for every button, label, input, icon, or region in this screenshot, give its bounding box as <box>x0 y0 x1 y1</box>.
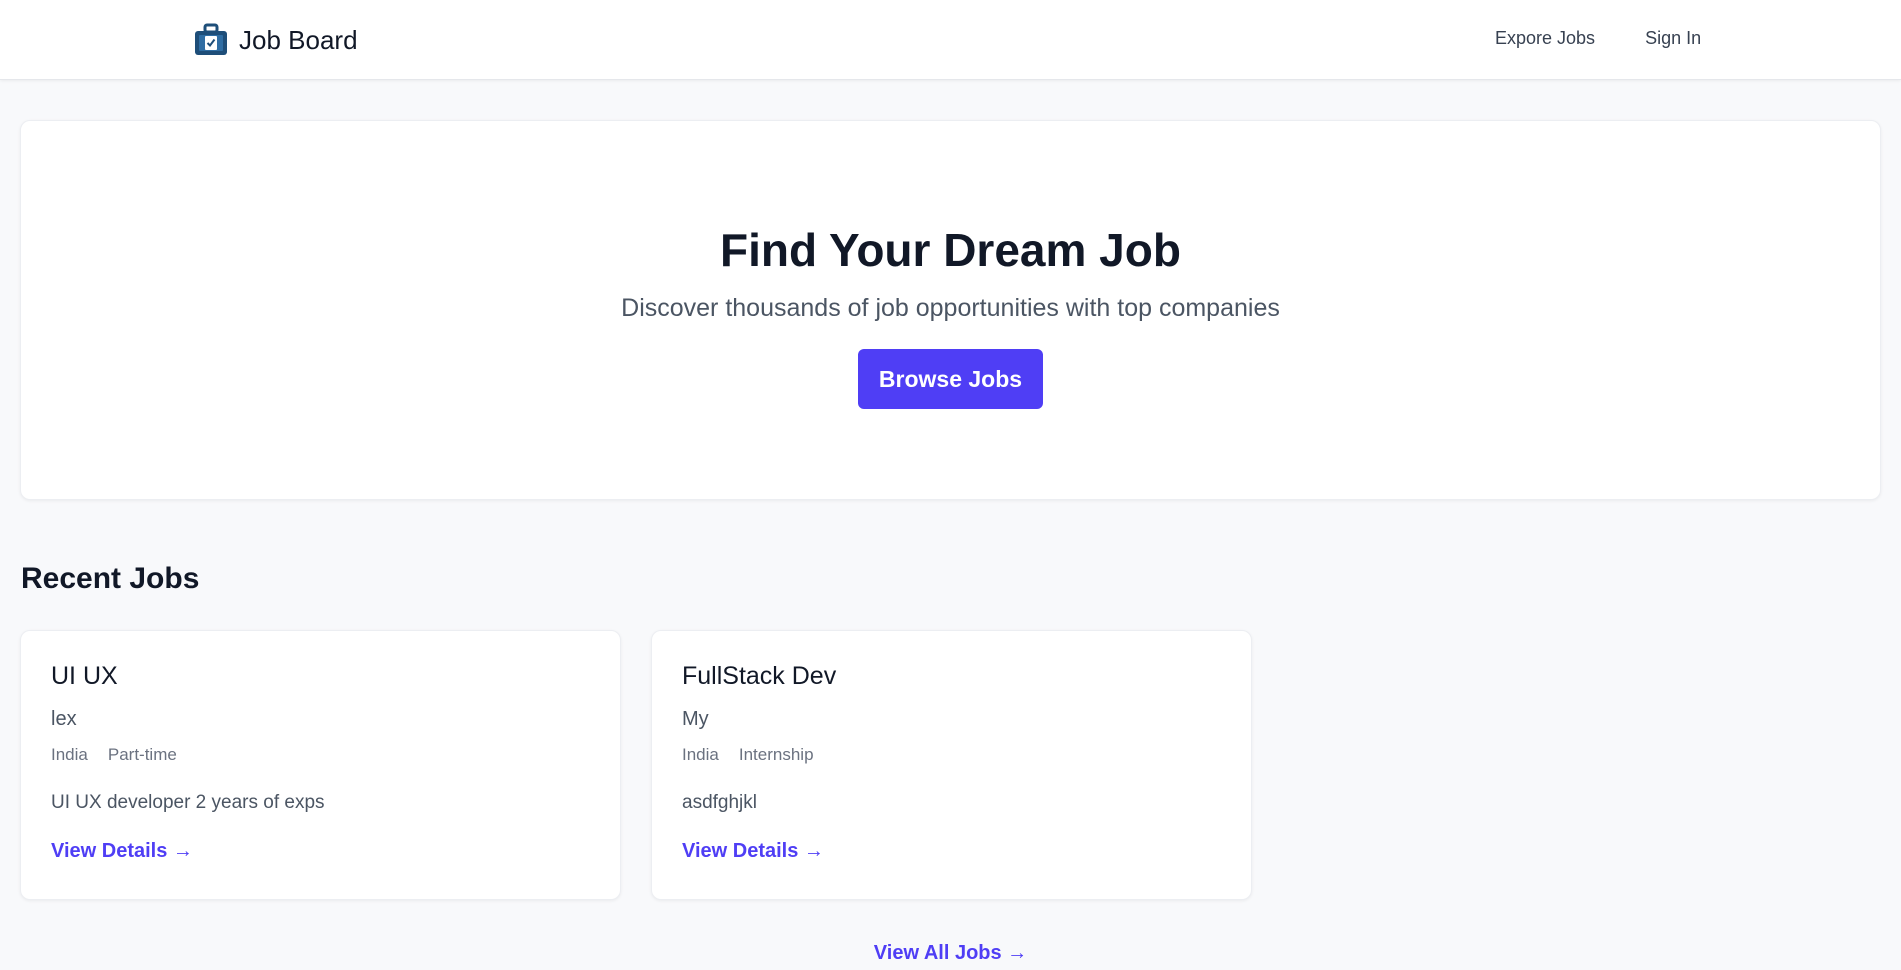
job-card: FullStack Dev My India Internship asdfgh… <box>651 630 1252 900</box>
job-title: FullStack Dev <box>682 662 837 690</box>
nav-sign-in-link[interactable]: Sign In <box>1645 28 1701 49</box>
job-description: UI UX developer 2 years of exps <box>51 792 325 813</box>
navbar: Job Board Expore Jobs Sign In <box>0 0 1901 80</box>
view-details-link[interactable]: View Details → <box>51 840 193 863</box>
job-location: India <box>51 745 88 764</box>
job-description: asdfghjkl <box>682 792 757 813</box>
job-company: lex <box>51 708 77 730</box>
view-all-jobs-link[interactable]: View All Jobs → <box>874 942 1027 964</box>
job-card: UI UX lex India Part-time UI UX develope… <box>20 630 621 900</box>
job-meta: India Internship <box>682 745 1221 765</box>
job-type: Internship <box>738 745 814 764</box>
hero-section: Find Your Dream Job Discover thousands o… <box>20 120 1881 500</box>
view-details-link[interactable]: View Details → <box>682 840 824 863</box>
nav-links: Expore Jobs Sign In <box>1495 28 1701 49</box>
brand-name: Job Board <box>239 24 358 55</box>
job-cards: UI UX lex India Part-time UI UX develope… <box>20 630 1252 900</box>
nav-explore-jobs-link[interactable]: Expore Jobs <box>1495 28 1595 49</box>
browse-jobs-button[interactable]: Browse Jobs <box>858 349 1043 410</box>
briefcase-icon <box>195 23 227 55</box>
job-meta: India Part-time <box>51 745 590 765</box>
view-all-jobs-wrapper: View All Jobs → <box>0 942 1901 965</box>
brand-logo[interactable]: Job Board <box>193 23 358 57</box>
job-type: Part-time <box>107 745 177 764</box>
job-company: My <box>682 708 709 730</box>
hero-subtitle: Discover thousands of job opportunities … <box>621 294 1280 323</box>
job-location: India <box>682 745 719 764</box>
hero-title: Find Your Dream Job <box>720 224 1181 276</box>
recent-jobs-heading: Recent Jobs <box>21 562 200 595</box>
job-title: UI UX <box>51 662 118 690</box>
